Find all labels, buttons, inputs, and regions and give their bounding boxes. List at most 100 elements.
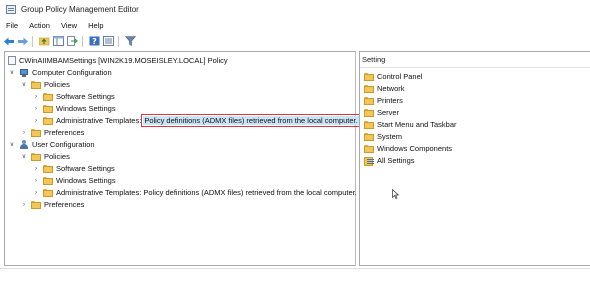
tree-item-computer-software-settings[interactable]: › Software Settings: [32, 91, 115, 102]
computer-icon: [19, 68, 29, 77]
toolbar-separator: [118, 35, 119, 47]
all-settings-icon: [364, 156, 374, 166]
chevron-right-icon[interactable]: ›: [20, 129, 28, 137]
tree-item-computer-preferences[interactable]: › Preferences: [20, 127, 84, 138]
folder-icon: [31, 128, 41, 137]
menu-bar: File Action View Help: [0, 19, 109, 32]
tree-item-label: Policies: [44, 152, 70, 161]
list-item[interactable]: System: [364, 131, 402, 142]
folder-icon: [364, 108, 374, 117]
tree-item-user-configuration[interactable]: ∨ User Configuration: [8, 139, 95, 150]
folder-icon: [364, 120, 374, 129]
tree-item-user-preferences[interactable]: › Preferences: [20, 199, 84, 210]
mouse-cursor-icon: [392, 188, 400, 201]
tree-item-computer-configuration[interactable]: ∨ Computer Configuration: [8, 67, 112, 78]
folder-icon: [31, 200, 41, 209]
folder-icon: [364, 72, 374, 81]
details-list-pane[interactable]: Setting Control Panel Network Printers S…: [359, 51, 590, 266]
list-item[interactable]: Windows Components: [364, 143, 452, 154]
highlighted-policy-definitions-text: Policy definitions (ADMX files) retrieve…: [141, 114, 361, 127]
list-item[interactable]: Server: [364, 107, 399, 118]
list-item-label: All Settings: [377, 156, 415, 165]
menu-help[interactable]: Help: [82, 21, 108, 30]
tree-item-label: Preferences: [44, 128, 85, 137]
folder-icon: [31, 80, 41, 89]
chevron-down-icon[interactable]: ∨: [8, 141, 16, 149]
tree-root-label: CWinAIIMBAMSettings [WIN2K19.MOSEISLEY.L…: [19, 56, 228, 65]
folder-icon: [43, 188, 53, 197]
folder-icon: [364, 144, 374, 153]
folder-icon: [43, 176, 53, 185]
folder-icon: [364, 84, 374, 93]
folder-icon: [364, 96, 374, 105]
menu-action[interactable]: Action: [23, 21, 55, 30]
list-item-label: System: [377, 132, 403, 141]
column-header-setting[interactable]: Setting: [362, 55, 385, 64]
chevron-right-icon[interactable]: ›: [32, 93, 40, 101]
chevron-right-icon[interactable]: ›: [32, 105, 40, 113]
chevron-down-icon[interactable]: ∨: [8, 69, 16, 77]
status-bar-divider: [0, 268, 590, 269]
folder-icon: [31, 152, 41, 161]
properties-icon[interactable]: [103, 36, 114, 47]
group-policy-app-icon: [6, 4, 16, 14]
tree-item-user-windows-settings[interactable]: › Windows Settings: [32, 175, 116, 186]
toolbar-separator: [82, 35, 83, 47]
tree-item-label: Administrative Templates: Policy definit…: [56, 188, 357, 197]
folder-icon: [43, 104, 53, 113]
filter-icon[interactable]: [125, 36, 136, 47]
tree-item-computer-administrative-templates[interactable]: › Administrative Templates: Policy defin…: [32, 114, 361, 127]
list-item-label: Printers: [377, 96, 403, 105]
column-header-divider: [360, 67, 590, 68]
up-folder-icon[interactable]: [39, 36, 50, 47]
chevron-right-icon[interactable]: ›: [32, 189, 40, 197]
chevron-right-icon[interactable]: ›: [32, 165, 40, 173]
chevron-down-icon[interactable]: ∨: [20, 153, 28, 161]
editor-window: Group Policy Management Editor File Acti…: [0, 0, 590, 288]
tree-item-user-administrative-templates[interactable]: › Administrative Templates: Policy defin…: [32, 187, 357, 198]
folder-icon: [43, 92, 53, 101]
tree-item-label: Administrative Templates:: [56, 116, 142, 125]
help-icon[interactable]: ?: [89, 36, 100, 47]
tree-item-user-policies[interactable]: ∨ Policies: [20, 151, 70, 162]
tree-root[interactable]: CWinAIIMBAMSettings [WIN2K19.MOSEISLEY.L…: [8, 55, 228, 66]
folder-icon: [43, 164, 53, 173]
export-list-icon[interactable]: [67, 36, 78, 47]
gpo-document-icon: [8, 56, 16, 65]
show-hide-tree-icon[interactable]: [53, 36, 64, 47]
menu-file[interactable]: File: [0, 21, 23, 30]
back-arrow-icon[interactable]: [3, 36, 14, 47]
tree-item-label: Preferences: [44, 200, 85, 209]
tree-item-label: Computer Configuration: [32, 68, 112, 77]
list-item[interactable]: Start Menu and Taskbar: [364, 119, 457, 130]
list-item-label: Windows Components: [377, 144, 453, 153]
tree-item-label: Windows Settings: [56, 176, 116, 185]
tree-item-label: Policies: [44, 80, 70, 89]
console-tree-pane[interactable]: CWinAIIMBAMSettings [WIN2K19.MOSEISLEY.L…: [4, 51, 361, 266]
list-item[interactable]: All Settings: [364, 155, 415, 166]
tree-item-computer-policies[interactable]: ∨ Policies: [20, 79, 70, 90]
tree-item-label: User Configuration: [32, 140, 95, 149]
tree-item-label: Software Settings: [56, 164, 115, 173]
title-bar: Group Policy Management Editor: [0, 0, 590, 18]
menu-view[interactable]: View: [55, 21, 82, 30]
list-item[interactable]: Printers: [364, 95, 403, 106]
toolbar: ?: [0, 33, 590, 49]
tree-item-label: Windows Settings: [56, 104, 116, 113]
list-item-label: Control Panel: [377, 72, 423, 81]
tree-item-user-software-settings[interactable]: › Software Settings: [32, 163, 115, 174]
chevron-right-icon[interactable]: ›: [32, 117, 40, 125]
tree-item-label: Software Settings: [56, 92, 115, 101]
list-item[interactable]: Network: [364, 83, 405, 94]
tree-item-computer-windows-settings[interactable]: › Windows Settings: [32, 103, 116, 114]
list-item-label: Server: [377, 108, 400, 117]
toolbar-separator: [32, 35, 33, 47]
folder-icon: [43, 116, 53, 125]
folder-icon: [364, 132, 374, 141]
list-item[interactable]: Control Panel: [364, 71, 422, 82]
forward-arrow-icon[interactable]: [17, 36, 28, 47]
chevron-down-icon[interactable]: ∨: [20, 81, 28, 89]
chevron-right-icon[interactable]: ›: [20, 201, 28, 209]
list-item-label: Start Menu and Taskbar: [377, 120, 457, 129]
chevron-right-icon[interactable]: ›: [32, 177, 40, 185]
